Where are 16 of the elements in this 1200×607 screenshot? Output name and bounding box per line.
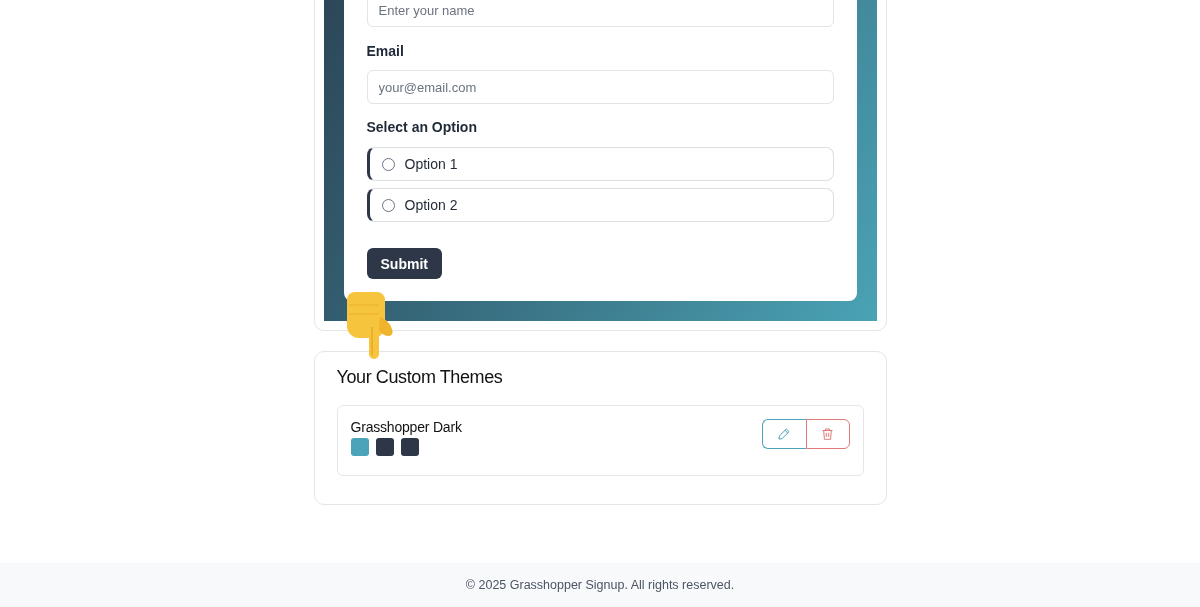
submit-button[interactable]: Submit (366, 248, 442, 279)
radio-option[interactable]: Option 2 (366, 188, 834, 222)
copyright-text: © 2025 Grasshopper Signup. All rights reserved. (465, 578, 735, 592)
trash-icon (822, 428, 833, 440)
theme-name: Grasshopper Dark (350, 418, 462, 436)
radio-option[interactable]: Option 1 (366, 147, 834, 181)
section-title: Your Custom Themes (336, 366, 503, 388)
input-field[interactable]: Enter your name (366, 0, 834, 27)
input-field[interactable]: your@email.com (366, 70, 834, 104)
pencil-icon (778, 428, 790, 440)
radio-button[interactable] (381, 198, 395, 212)
edit-button[interactable] (761, 419, 806, 449)
delete-button[interactable] (805, 419, 850, 449)
field-label: Email (366, 42, 405, 61)
radio-button[interactable] (381, 157, 395, 171)
field-label: Select an Option (366, 118, 478, 137)
